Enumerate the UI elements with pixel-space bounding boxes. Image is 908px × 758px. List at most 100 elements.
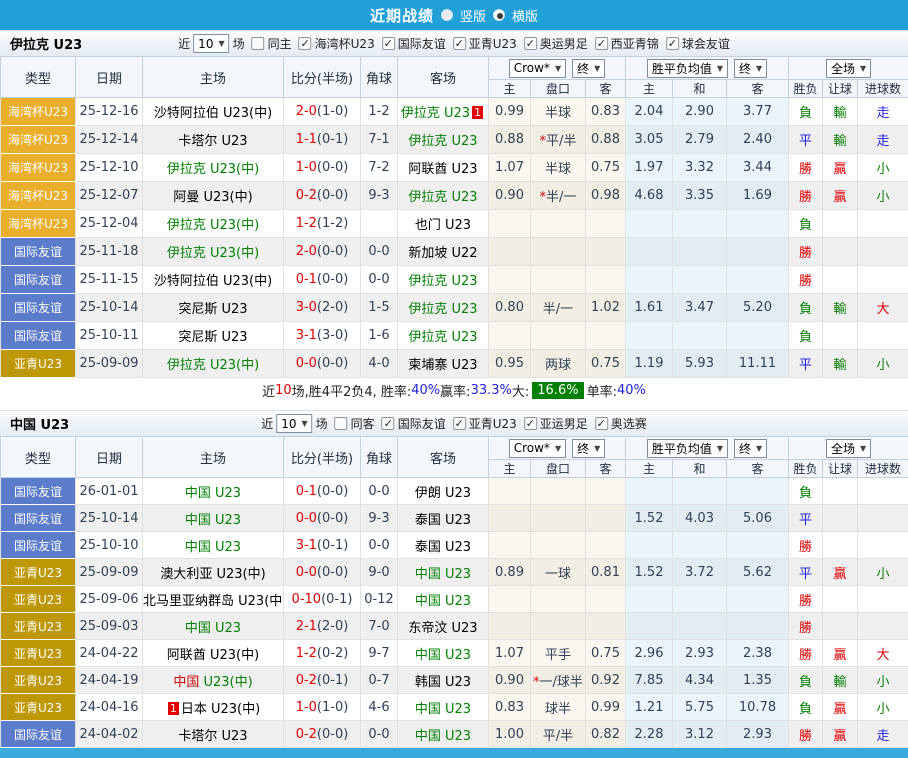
horizontal-layout-label[interactable]: 横版 — [512, 6, 538, 25]
home-team: 中国 U23 — [143, 478, 284, 505]
avg-draw — [673, 266, 727, 294]
league-type-badge: 亚青U23 — [1, 640, 76, 667]
corner-score: 7-0 — [361, 613, 398, 640]
home-team: 阿联酋 U23(中) — [143, 640, 284, 667]
odds-home: 0.99 — [489, 98, 531, 126]
result-goals — [858, 613, 908, 640]
avg-state-dropdown[interactable]: 终▼ — [734, 439, 767, 458]
result-outcome: 勝 — [789, 154, 823, 182]
league-filter-checkbox[interactable]: ✓ — [382, 37, 395, 50]
away-team-name: 中国 U23 — [415, 594, 471, 609]
vertical-layout-label[interactable]: 竖版 — [460, 6, 486, 25]
league-filter-checkbox[interactable]: ✓ — [382, 417, 395, 430]
league-type-badge: 亚青U23 — [1, 667, 76, 694]
home-team: 1日本 U23(中) — [143, 694, 284, 721]
league-filter-label: 亚运男足 — [540, 415, 588, 432]
avg-lose: 3.44 — [727, 154, 789, 182]
league-type-badge: 国际友谊 — [1, 721, 76, 748]
scope-dropdown[interactable]: 全场▼ — [826, 439, 871, 458]
result-outcome: 勝 — [789, 586, 823, 613]
odds-handicap: 半球 — [531, 98, 586, 126]
avg-win: 1.21 — [626, 694, 673, 721]
result-handicap — [823, 210, 858, 238]
chevron-down-icon: ▼ — [860, 64, 866, 73]
league-filter-checkbox[interactable]: ✓ — [453, 37, 466, 50]
subcol-odds-line: 盘口 — [531, 80, 586, 98]
halftime-score: (0-2) — [317, 646, 348, 661]
halftime-score: (1-2) — [317, 216, 348, 231]
avg-lose — [727, 613, 789, 640]
same-venue-checkbox[interactable] — [252, 37, 265, 50]
avg-lose: 5.62 — [727, 559, 789, 586]
corner-score: 1-5 — [361, 294, 398, 322]
odds-handicap — [531, 586, 586, 613]
home-team: 中国 U23 — [143, 505, 284, 532]
avg-odds-dropdown[interactable]: 胜平负均值▼ — [647, 439, 728, 458]
avg-draw: 2.93 — [673, 640, 727, 667]
odds-state-dropdown[interactable]: 终▼ — [572, 439, 605, 458]
league-filter-checkbox[interactable]: ✓ — [666, 37, 679, 50]
result-goals — [858, 505, 908, 532]
match-row: 国际友谊24-04-02卡塔尔 U230-2(0-0)0-0中国 U231.00… — [1, 721, 908, 748]
vertical-layout-radio[interactable] — [441, 9, 453, 21]
odds-handicap — [531, 613, 586, 640]
avg-draw: 3.12 — [673, 721, 727, 748]
avg-odds-dropdown[interactable]: 胜平负均值▼ — [647, 59, 728, 78]
away-team: 伊拉克 U23 — [398, 182, 489, 210]
bottom-bar — [0, 748, 908, 758]
away-team: 伊拉克 U23 — [398, 126, 489, 154]
league-filter-label: 国际友谊 — [398, 35, 446, 52]
recent-count-select[interactable]: 10▼ — [276, 414, 312, 433]
score-cell: 0-10(0-1) — [284, 586, 361, 613]
corner-score: 4-0 — [361, 350, 398, 378]
avg-lose: 5.20 — [727, 294, 789, 322]
home-team-name: 阿联酋 U23(中) — [167, 648, 259, 663]
away-team: 中国 U23 — [398, 721, 489, 748]
avg-win: 2.04 — [626, 98, 673, 126]
score-cell: 0-0(0-0) — [284, 505, 361, 532]
league-type-badge: 海湾杯U23 — [1, 126, 76, 154]
odds-handicap — [531, 532, 586, 559]
odds-source-dropdown[interactable]: Crow*▼ — [509, 439, 566, 458]
same-venue-checkbox[interactable] — [335, 417, 348, 430]
league-filter-checkbox[interactable]: ✓ — [524, 37, 537, 50]
away-team: 韩国 U23 — [398, 667, 489, 694]
col-header-home: 主场 — [143, 437, 284, 478]
avg-state-dropdown[interactable]: 终▼ — [734, 59, 767, 78]
score-cell: 0-2(0-0) — [284, 182, 361, 210]
avg-lose: 10.78 — [727, 694, 789, 721]
corner-score: 0-7 — [361, 667, 398, 694]
horizontal-layout-radio[interactable] — [493, 9, 505, 21]
odds-source-dropdown[interactable]: Crow*▼ — [509, 59, 566, 78]
home-team: 沙特阿拉伯 U23(中) — [143, 98, 284, 126]
league-filter-checkbox[interactable]: ✓ — [299, 37, 312, 50]
league-filter-checkbox[interactable]: ✓ — [595, 417, 608, 430]
home-team: 突尼斯 U23 — [143, 294, 284, 322]
away-team: 泰国 U23 — [398, 505, 489, 532]
result-outcome: 負 — [789, 694, 823, 721]
avg-win — [626, 322, 673, 350]
away-team: 中国 U23 — [398, 694, 489, 721]
halftime-score: (0-0) — [317, 272, 348, 287]
chevron-down-icon: ▼ — [555, 64, 561, 73]
avg-draw — [673, 613, 727, 640]
away-team-name: 中国 U23 — [415, 648, 471, 663]
avg-draw — [673, 210, 727, 238]
score-cell: 0-0(0-0) — [284, 559, 361, 586]
recent-count-select[interactable]: 10▼ — [193, 34, 229, 53]
match-date: 24-04-22 — [76, 640, 143, 667]
odds-state-dropdown[interactable]: 终▼ — [572, 59, 605, 78]
result-handicap: 贏 — [823, 182, 858, 210]
league-type-badge: 亚青U23 — [1, 613, 76, 640]
avg-win: 4.68 — [626, 182, 673, 210]
avg-draw: 4.03 — [673, 505, 727, 532]
league-filter-checkbox[interactable]: ✓ — [595, 37, 608, 50]
league-filter-label: 国际友谊 — [398, 415, 446, 432]
home-team-name: 卡塔尔 U23 — [178, 134, 247, 149]
league-filter-checkbox[interactable]: ✓ — [453, 417, 466, 430]
subcol-avg-away: 客 — [727, 80, 789, 98]
scope-dropdown[interactable]: 全场▼ — [826, 59, 871, 78]
league-filter-checkbox[interactable]: ✓ — [524, 417, 537, 430]
fulltime-score: 1-0 — [296, 160, 317, 175]
avg-draw: 5.93 — [673, 350, 727, 378]
